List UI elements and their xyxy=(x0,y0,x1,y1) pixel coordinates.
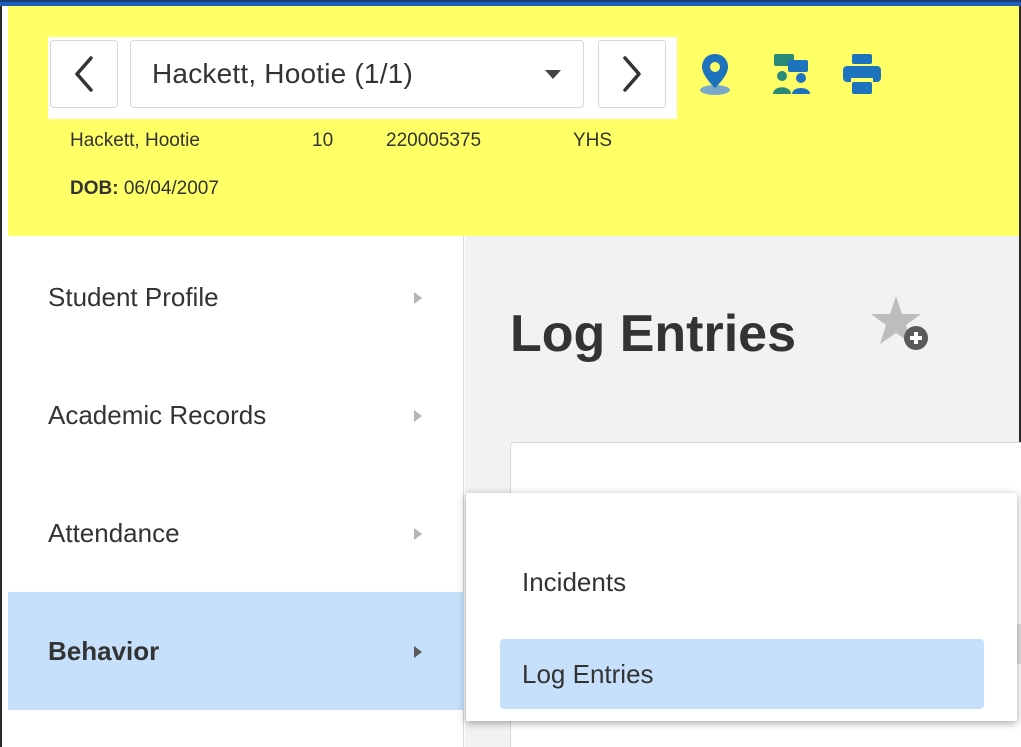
sidebar-item-behavior[interactable]: Behavior xyxy=(8,592,464,710)
caret-right-icon xyxy=(414,528,422,540)
sidebar-item-label: Academic Records xyxy=(48,400,267,430)
submenu-item-log-entries[interactable]: Log Entries xyxy=(500,639,984,709)
chevron-left-icon xyxy=(75,56,93,92)
card-control xyxy=(1017,624,1021,664)
printer-icon[interactable] xyxy=(840,52,884,96)
sidebar-item-academic-records[interactable]: Academic Records xyxy=(8,354,464,472)
caret-right-icon xyxy=(414,292,422,304)
behavior-submenu: Incidents Log Entries xyxy=(466,493,1017,721)
sidebar-item-label: Behavior xyxy=(48,636,160,666)
student-dob: DOB: 06/04/2007 xyxy=(70,178,219,200)
caret-right-icon xyxy=(414,410,422,422)
caret-right-icon xyxy=(414,646,422,658)
student-name: Hackett, Hootie xyxy=(70,130,200,151)
add-favorite-star-icon[interactable] xyxy=(870,294,932,354)
student-select-label: Hackett, Hootie (1/1) xyxy=(152,58,413,89)
student-school: YHS xyxy=(573,130,613,151)
submenu-item-label: Log Entries xyxy=(522,659,654,689)
sidebar-menu: Student Profile Academic Records Attenda… xyxy=(8,236,464,747)
dob-label: DOB: xyxy=(70,178,119,199)
student-navigator: Hackett, Hootie (1/1) xyxy=(48,37,677,119)
sidebar-item-label: Student Profile xyxy=(48,282,219,312)
chevron-right-icon xyxy=(623,56,641,92)
location-pin-icon[interactable] xyxy=(698,52,732,96)
student-select[interactable]: Hackett, Hootie (1/1) xyxy=(130,40,584,108)
sidebar-item-label: Attendance xyxy=(48,518,180,548)
submenu-item-label: Incidents xyxy=(522,567,627,597)
student-grade: 10 xyxy=(312,130,334,151)
student-header: Hackett, Hootie (1/1) Hackett, Hootie 10 xyxy=(8,6,1019,236)
sidebar-item-student-profile[interactable]: Student Profile xyxy=(8,236,464,354)
submenu-item-incidents[interactable]: Incidents xyxy=(500,547,984,617)
student-id: 220005375 xyxy=(386,130,482,151)
sidebar-item-attendance[interactable]: Attendance xyxy=(8,472,464,590)
chevron-down-icon xyxy=(545,70,561,79)
next-student-button[interactable] xyxy=(598,40,666,108)
conversation-icon[interactable] xyxy=(772,52,812,96)
page-title: Log Entries xyxy=(510,305,797,363)
previous-student-button[interactable] xyxy=(50,40,118,108)
dob-value: 06/04/2007 xyxy=(123,178,219,199)
